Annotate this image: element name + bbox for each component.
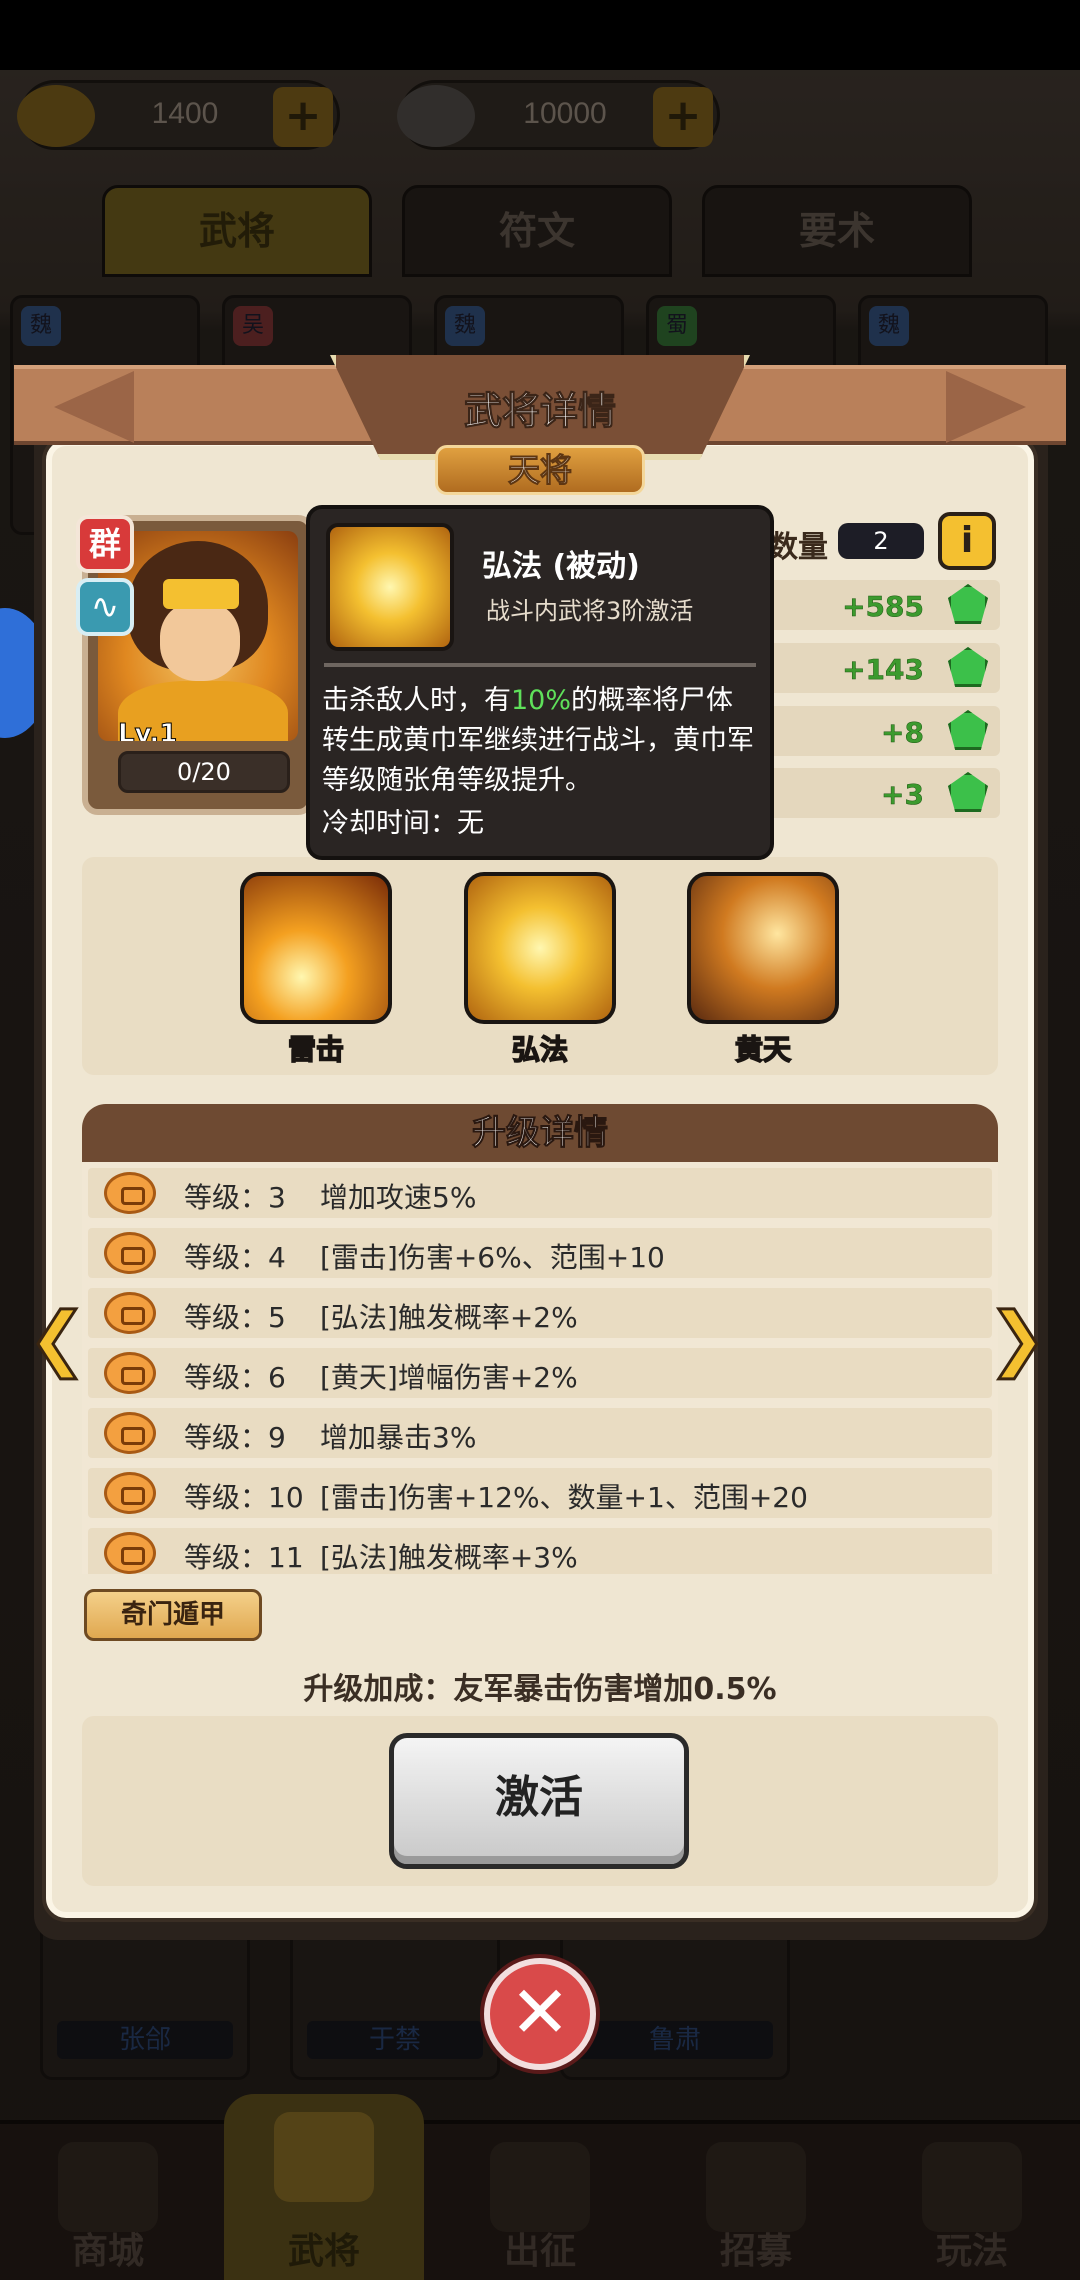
info-button[interactable]: i	[938, 512, 996, 570]
rank-badge: 天将	[435, 445, 645, 495]
banner-right-ornament	[946, 371, 1026, 443]
upgrade-row: 等级：11 [弘法]触发概率+3%	[88, 1528, 992, 1574]
stat-row: +8	[760, 706, 1000, 756]
hero-crown	[163, 579, 239, 609]
hero-face	[160, 601, 240, 681]
skill-tooltip: 弘法 (被动) 战斗内武将3阶激活 击杀敌人时，有10%的概率将尸体转生成黄巾军…	[306, 505, 774, 860]
tiger-coin-icon	[104, 1352, 156, 1394]
lightning-skill-icon	[240, 872, 392, 1024]
upgrade-description: [弘法]触发概率+3%	[320, 1541, 578, 1574]
next-hero-arrow-icon[interactable]: ❯	[987, 1302, 1049, 1375]
upgrade-list[interactable]: 等级：3 增加攻速5% 等级：4 [雷击]伤害+6%、范围+10 等级：5 [弘…	[82, 1162, 998, 1574]
hongfa-skill-icon	[326, 523, 454, 651]
upgrade-level: 等级：11	[184, 1541, 304, 1574]
stat-value: +3	[881, 778, 924, 812]
skill-name: 黄天	[734, 1032, 792, 1067]
upgrade-description: 增加攻速5%	[320, 1181, 477, 1214]
tooltip-highlight: 10%	[511, 685, 572, 716]
green-gem-icon	[948, 647, 988, 687]
skill-huangtian[interactable]: 黄天	[687, 872, 839, 1068]
green-gem-icon	[948, 772, 988, 812]
previous-hero-arrow-icon[interactable]: ❮	[27, 1302, 89, 1375]
huangtian-skill-icon	[687, 872, 839, 1024]
upgrade-row: 等级：9 增加暴击3%	[88, 1408, 992, 1458]
hero-level: Lv.1	[117, 719, 178, 742]
modal-title: 武将详情	[463, 389, 616, 434]
upgrade-description: [黄天]增幅伤害+2%	[320, 1361, 578, 1394]
skill-leiji[interactable]: 雷击	[240, 872, 392, 1068]
stat-value: +8	[881, 716, 924, 750]
stat-row: +585	[760, 580, 1000, 630]
tooltip-text: 击杀敌人时，有	[322, 685, 511, 716]
activate-button[interactable]: 激活	[389, 1733, 689, 1869]
upgrade-row: 等级：10 [雷击]伤害+12%、数量+1、范围+20	[88, 1468, 992, 1518]
tiger-coin-icon	[104, 1172, 156, 1214]
tiger-coin-icon	[104, 1532, 156, 1574]
qimen-dunjia-button[interactable]: 奇门遁甲	[84, 1589, 262, 1641]
upgrade-bonus-text: 升级加成：友军暴击伤害增加0.5%	[303, 1672, 777, 1707]
stat-row: +143	[760, 643, 1000, 693]
upgrade-level: 等级：5	[184, 1301, 286, 1334]
count-label: 数量	[768, 530, 828, 565]
hongfa-skill-icon	[464, 872, 616, 1024]
class-icon	[76, 578, 134, 636]
upgrade-description: [雷击]伤害+12%、数量+1、范围+20	[320, 1481, 808, 1514]
upgrade-level: 等级：3	[184, 1181, 286, 1214]
upgrade-level: 等级：10	[184, 1481, 304, 1514]
upgrade-level: 等级：9	[184, 1421, 286, 1454]
count-value: 2	[838, 523, 924, 559]
close-button[interactable]: ✕	[484, 1958, 596, 2070]
upgrade-description: 增加暴击3%	[320, 1421, 477, 1454]
stat-value: +143	[842, 653, 924, 687]
upgrade-level: 等级：6	[184, 1361, 286, 1394]
hero-shard-progress: 0/20	[118, 751, 290, 793]
tooltip-cooldown: 冷却时间：无	[322, 808, 484, 839]
green-gem-icon	[948, 584, 988, 624]
tiger-coin-icon	[104, 1472, 156, 1514]
upgrade-row: 等级：6 [黄天]增幅伤害+2%	[88, 1348, 992, 1398]
skill-hongfa[interactable]: 弘法	[464, 872, 616, 1068]
tiger-coin-icon	[104, 1412, 156, 1454]
green-gem-icon	[948, 710, 988, 750]
upgrade-row: 等级：5 [弘法]触发概率+2%	[88, 1288, 992, 1338]
upgrade-row: 等级：4 [雷击]伤害+6%、范围+10	[88, 1228, 992, 1278]
stat-row: +3	[760, 768, 1000, 818]
tooltip-divider	[324, 663, 756, 667]
skill-name: 弘法	[511, 1032, 569, 1067]
upgrade-level: 等级：4	[184, 1241, 286, 1274]
upgrade-row: 等级：3 增加攻速5%	[88, 1168, 992, 1218]
upgrade-description: [雷击]伤害+6%、范围+10	[320, 1241, 665, 1274]
upgrade-description: [弘法]触发概率+2%	[320, 1301, 578, 1334]
skill-name: 雷击	[287, 1032, 345, 1067]
tooltip-description: 击杀敌人时，有10%的概率将尸体转生成黄巾军继续进行战斗，黄巾军等级随张角等级提…	[322, 681, 758, 801]
banner-left-ornament	[54, 371, 134, 443]
tiger-coin-icon	[104, 1292, 156, 1334]
tiger-coin-icon	[104, 1232, 156, 1274]
tooltip-title: 弘法 (被动)	[482, 549, 640, 584]
upgrade-header: 升级详情	[82, 1104, 998, 1162]
stat-value: +585	[842, 590, 924, 624]
faction-badge: 群	[76, 515, 134, 573]
tooltip-subtitle: 战斗内武将3阶激活	[486, 597, 694, 625]
